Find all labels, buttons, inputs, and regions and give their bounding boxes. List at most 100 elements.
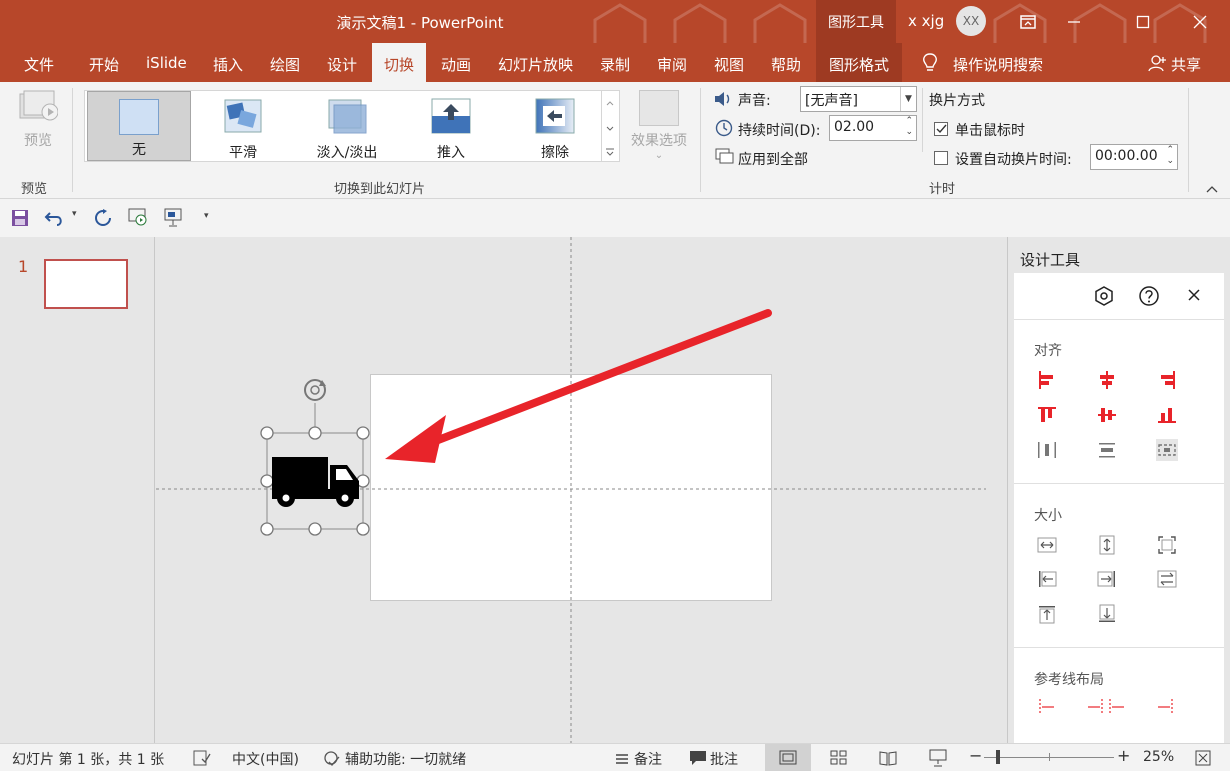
help-icon[interactable]: [1138, 285, 1160, 307]
gallery-scroll[interactable]: [601, 91, 619, 161]
extend-top-icon[interactable]: [1036, 603, 1058, 625]
transition-fade[interactable]: 淡入/淡出: [295, 91, 399, 161]
close-pane-icon[interactable]: [1187, 288, 1201, 302]
rotate-handle-icon[interactable]: [304, 379, 326, 401]
transition-wipe[interactable]: 擦除: [503, 91, 607, 161]
canvas-overlay: [156, 237, 986, 743]
spelling-icon[interactable]: [193, 750, 211, 766]
transition-none[interactable]: 无: [87, 91, 191, 161]
duration-label: 持续时间(D):: [738, 123, 821, 139]
align-left-icon[interactable]: [1036, 369, 1058, 391]
slide-thumbnails-pane: 1: [0, 237, 155, 743]
accessibility-icon[interactable]: [323, 750, 341, 768]
spinner-arrows-icon: ⌃ ⌄: [905, 116, 913, 137]
align-center-icon[interactable]: [1096, 369, 1118, 391]
share-button[interactable]: 共享: [1171, 54, 1201, 75]
after-time-label: 设置自动换片时间:: [955, 152, 1072, 168]
duration-spinner[interactable]: 02.00 ⌃ ⌄: [829, 115, 917, 141]
effect-options-button[interactable]: 效果选项 ⌄: [626, 90, 692, 161]
speaker-icon: [715, 92, 730, 106]
same-height-icon[interactable]: [1096, 534, 1118, 556]
size-section-title: 大小: [1034, 508, 1062, 524]
status-bar: 幻灯片 第 1 张，共 1 张 中文(中国) 辅助功能: 一切就绪 备注 批注 …: [0, 743, 1230, 771]
zoom-out-button[interactable]: −: [969, 746, 982, 765]
after-time-spinner[interactable]: 00:00.00 ⌃ ⌄: [1090, 144, 1178, 170]
divider: [1014, 483, 1224, 484]
lightbulb-icon: [923, 53, 937, 71]
comments-button[interactable]: 批注: [710, 749, 738, 769]
same-width-icon[interactable]: [1036, 534, 1058, 556]
accessibility-status[interactable]: 辅助功能: 一切就绪: [345, 749, 466, 769]
tab-islide[interactable]: iSlide: [146, 54, 187, 72]
transition-morph[interactable]: 平滑: [191, 91, 295, 161]
chevron-down-icon: ▼: [900, 87, 916, 111]
zoom-slider-thumb[interactable]: [996, 750, 1000, 764]
tab-draw[interactable]: 绘图: [270, 54, 300, 75]
distribute-vertical-icon[interactable]: [1096, 439, 1118, 461]
tab-record[interactable]: 录制: [600, 54, 630, 75]
tab-review[interactable]: 审阅: [657, 54, 687, 75]
tab-design[interactable]: 设计: [327, 54, 357, 75]
tab-slideshow[interactable]: 幻灯片放映: [498, 54, 573, 75]
maximize-button[interactable]: [1120, 0, 1166, 43]
on-click-checkbox[interactable]: [934, 122, 948, 136]
tab-animations[interactable]: 动画: [441, 54, 471, 75]
zoom-level[interactable]: 25%: [1143, 749, 1174, 765]
ribbon-display-options-button[interactable]: [1005, 0, 1051, 43]
after-time-checkbox[interactable]: [934, 151, 948, 165]
zoom-in-button[interactable]: +: [1117, 746, 1130, 765]
align-bottom-icon[interactable]: [1156, 404, 1178, 426]
align-top-icon[interactable]: [1036, 404, 1058, 426]
extend-right-icon[interactable]: [1096, 568, 1118, 590]
transition-push[interactable]: 推入: [399, 91, 503, 161]
slide-sorter-icon[interactable]: [830, 750, 848, 766]
align-middle-icon[interactable]: [1096, 404, 1118, 426]
tab-shape-format[interactable]: 图形格式: [816, 43, 902, 82]
extend-left-icon[interactable]: [1036, 568, 1058, 590]
zoom-slider-tick: [1049, 753, 1050, 761]
transition-gallery: 无 平滑 淡入/淡出 推入 擦除: [84, 90, 620, 162]
extend-bottom-icon[interactable]: [1096, 603, 1118, 625]
notes-button[interactable]: 备注: [634, 749, 662, 769]
tab-transitions[interactable]: 切换: [372, 43, 426, 82]
tab-file[interactable]: 文件: [24, 54, 54, 75]
present-online-icon[interactable]: [164, 208, 186, 228]
close-button[interactable]: [1177, 0, 1223, 43]
minimize-button[interactable]: [1051, 0, 1097, 43]
same-size-icon[interactable]: [1156, 534, 1178, 556]
transition-wipe-icon: [535, 98, 575, 134]
distribute-horizontal-icon[interactable]: [1036, 439, 1058, 461]
undo-dropdown-icon[interactable]: ▾: [72, 209, 77, 219]
tab-home[interactable]: 开始: [89, 54, 119, 75]
preview-group-label: 预览: [21, 182, 48, 197]
user-name[interactable]: x xjg: [908, 12, 944, 30]
align-to-slide-icon[interactable]: [1156, 439, 1178, 461]
timing-group-label: 计时: [929, 182, 956, 197]
guide-layout-icons[interactable]: [1036, 697, 1176, 717]
tell-me-search[interactable]: 操作说明搜索: [953, 54, 1043, 75]
customize-qat-icon[interactable]: ▾: [204, 211, 209, 221]
annotation-arrowhead: [385, 415, 446, 463]
preview-button[interactable]: 预览: [16, 90, 60, 156]
undo-icon[interactable]: [44, 209, 66, 227]
sound-dropdown[interactable]: [无声音] ▼: [800, 86, 917, 112]
fit-to-window-icon[interactable]: [1195, 750, 1211, 766]
language-indicator[interactable]: 中文(中国): [232, 749, 299, 769]
avatar[interactable]: XX: [956, 6, 986, 36]
reading-view-icon[interactable]: [879, 750, 897, 766]
tab-help[interactable]: 帮助: [771, 54, 801, 75]
redo-icon[interactable]: [94, 209, 112, 227]
slideshow-icon[interactable]: [929, 749, 947, 767]
tab-view[interactable]: 视图: [714, 54, 744, 75]
apply-all-button[interactable]: 应用到全部: [738, 149, 808, 169]
normal-view-button[interactable]: [765, 744, 811, 771]
slide-thumbnail[interactable]: [44, 259, 128, 309]
tab-insert[interactable]: 插入: [213, 54, 243, 75]
swap-size-icon[interactable]: [1156, 568, 1178, 590]
context-tab-header: 图形工具: [816, 0, 896, 43]
save-icon[interactable]: [11, 209, 29, 227]
collapse-ribbon-icon[interactable]: [1205, 184, 1219, 194]
align-right-icon[interactable]: [1156, 369, 1178, 391]
settings-hex-icon[interactable]: [1094, 286, 1114, 306]
start-from-beginning-icon[interactable]: [128, 208, 150, 228]
